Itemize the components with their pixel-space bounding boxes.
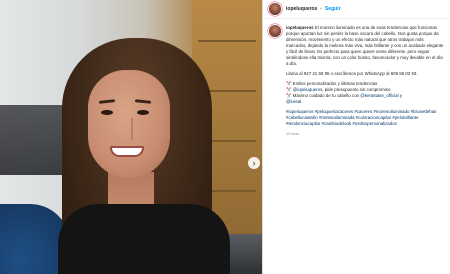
nose <box>125 118 133 140</box>
caption-username-link[interactable]: iopeluqueros <box>286 25 314 30</box>
caption-text: iopeluqueros El moreno iluminado es una … <box>286 25 444 137</box>
chevron-right-icon: › <box>252 158 256 168</box>
post-header: iopeluqueros • Seguir <box>263 0 450 19</box>
post-photo: › <box>0 0 262 274</box>
left-eye <box>101 110 113 115</box>
avatar[interactable] <box>269 3 281 15</box>
separator-dot: • <box>320 6 322 11</box>
mention-iopeluqueros[interactable]: @iopeluqueros <box>293 87 323 92</box>
mention-loreal[interactable]: @loreal <box>286 99 301 104</box>
smile <box>110 146 144 157</box>
salon-shelf <box>0 105 70 175</box>
right-eye <box>137 110 149 115</box>
contact-paragraph: Llama al 927 21 59 95 o escríbenos por W… <box>286 71 418 76</box>
username-link[interactable]: iopeluqueros <box>286 6 317 12</box>
caption-paragraph: iopeluqueros El moreno iluminado es una … <box>286 25 444 67</box>
next-photo-button[interactable]: › <box>248 157 260 169</box>
feature-line-2-suffix: , pide presupuesto sin compromiso <box>322 87 391 92</box>
caption-block: iopeluqueros El moreno iluminado es una … <box>263 19 450 137</box>
mention-kerastase[interactable]: @kerastase_official <box>360 93 398 98</box>
caption-body: El moreno iluminado es una de esas tende… <box>286 25 444 66</box>
post-sidebar: iopeluqueros • Seguir iopeluqueros El mo… <box>262 0 450 274</box>
feature-line-3-and: y <box>398 93 403 98</box>
feature-line-2-prefix: ✂️ <box>286 87 293 92</box>
post-time[interactable]: 10 sem <box>286 131 444 137</box>
hashtags[interactable]: #iopeluqueros #peluqueriacaceres #cacere… <box>286 109 444 127</box>
features-list: ✂️ Estilos personalizados y últimas tend… <box>286 81 444 105</box>
feature-line-1: ✂️ Estilos personalizados y últimas tend… <box>286 81 378 86</box>
black-top <box>58 204 230 274</box>
instagram-post: › iopeluqueros • Seguir iopeluqueros El … <box>0 0 450 274</box>
feature-line-3-prefix: ✂️ Máximo cuidado de tu cabello con <box>286 93 361 98</box>
follow-button[interactable]: Seguir <box>325 6 341 12</box>
caption-avatar[interactable] <box>269 25 281 37</box>
